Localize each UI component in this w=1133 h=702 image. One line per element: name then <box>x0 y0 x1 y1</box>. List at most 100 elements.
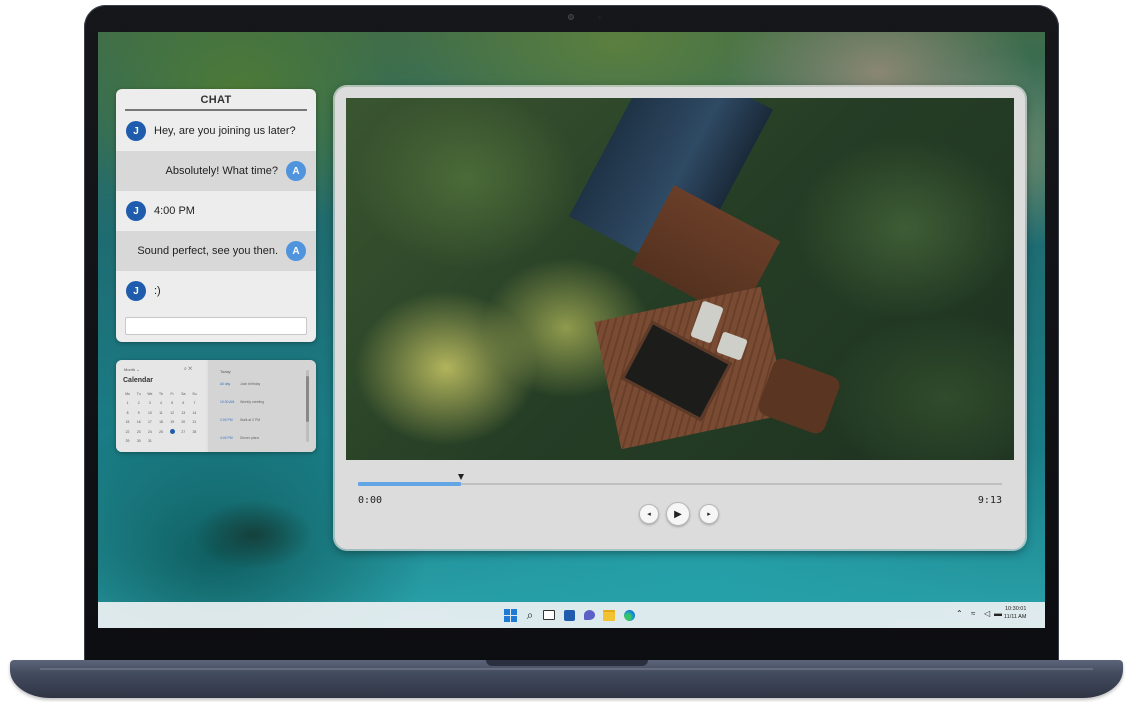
weekday-label: Fr <box>170 391 174 396</box>
search-button[interactable]: ⌕ <box>523 608 537 622</box>
play-button[interactable]: ▶ <box>666 502 690 526</box>
play-icon: ▶ <box>674 508 682 520</box>
calendar-day-today[interactable] <box>167 429 178 435</box>
calendar-day[interactable]: 29 <box>122 439 133 443</box>
clock-time: 10:30:01 <box>1005 606 1027 612</box>
calendar-day[interactable]: 7 <box>189 401 200 405</box>
calendar-day[interactable]: 13 <box>178 411 189 415</box>
calendar-day[interactable]: 21 <box>189 420 200 424</box>
avatar: A <box>286 241 306 261</box>
calendar-day[interactable]: 3 <box>144 401 155 405</box>
calendar-day[interactable]: 2 <box>133 401 144 405</box>
calendar-week-row: 29 30 31 <box>122 437 200 447</box>
event-time: 10:30 AM <box>220 400 235 404</box>
calendar-day[interactable]: 18 <box>155 420 166 424</box>
calendar-day[interactable]: 4 <box>155 401 166 405</box>
weekday-label: We <box>147 391 153 396</box>
start-button[interactable] <box>503 608 517 622</box>
calendar-view-select[interactable]: Month ⌄ <box>124 367 140 372</box>
event-item[interactable]: 10:30 AM Weekly meeting <box>220 400 310 404</box>
calendar-day[interactable]: 6 <box>178 401 189 405</box>
laptop-base-highlight <box>40 668 1093 670</box>
avatar: J <box>126 201 146 221</box>
skip-forward-icon: ▸ <box>707 511 711 518</box>
calendar-day[interactable]: 16 <box>133 420 144 424</box>
chat-button[interactable] <box>582 608 596 622</box>
system-clock[interactable]: 10:30:01 11/11 AM <box>1004 605 1026 621</box>
laptop-hinge-notch <box>486 660 648 666</box>
chat-message-text: 4:00 PM <box>154 205 195 217</box>
seek-handle[interactable] <box>458 474 465 480</box>
event-item[interactable]: 2:00 PM Walk at 2 PM <box>220 418 310 422</box>
skip-forward-button[interactable]: ▸ <box>699 504 719 524</box>
event-item[interactable]: All day Josh birthday <box>220 382 310 386</box>
desktop-screen: CHAT J Hey, are you joining us later? Ab… <box>98 32 1045 628</box>
chat-message-text: Absolutely! What time? <box>165 165 279 177</box>
calendar-toolbar: ⌕ ✕ <box>184 366 192 372</box>
calendar-day[interactable]: 15 <box>122 420 133 424</box>
event-title: Weekly meeting <box>240 400 265 404</box>
calendar-day[interactable]: 17 <box>144 420 155 424</box>
calendar-week-row: 15 16 17 18 19 20 21 <box>122 418 200 428</box>
calendar-day[interactable]: 14 <box>189 411 200 415</box>
wifi-icon[interactable]: ≈ <box>971 609 975 618</box>
calendar-day[interactable]: 10 <box>144 411 155 415</box>
widgets-button[interactable] <box>562 608 576 622</box>
task-view-button[interactable] <box>542 608 556 622</box>
search-icon[interactable]: ⌕ <box>184 366 187 372</box>
close-icon[interactable]: ✕ <box>188 366 192 372</box>
calendar-day[interactable]: 22 <box>122 430 133 434</box>
weekday-label: Tu <box>136 391 141 396</box>
file-explorer-button[interactable] <box>602 608 616 622</box>
event-time: 4:00 PM <box>220 436 233 440</box>
calendar-week-row: 22 23 24 25 27 28 <box>122 427 200 437</box>
calendar-day[interactable]: 5 <box>167 401 178 405</box>
skip-back-button[interactable]: ◂ <box>639 504 659 524</box>
chat-message-input[interactable] <box>125 317 307 335</box>
weekday-label: Mo <box>125 391 130 396</box>
weekday-label: Sa <box>181 391 186 396</box>
video-frame[interactable] <box>346 98 1014 460</box>
webcam-indicator <box>598 16 601 19</box>
calendar-day[interactable]: 8 <box>122 411 133 415</box>
events-scrollbar-thumb[interactable] <box>306 376 309 422</box>
duration: 9:13 <box>977 495 1002 506</box>
chat-title: CHAT <box>200 94 232 106</box>
calendar-week-row: 8 9 10 11 12 13 14 <box>122 408 200 418</box>
calendar-week-row: 1 2 3 4 5 6 7 <box>122 399 200 409</box>
calendar-month-panel: Month ⌄ ⌕ ✕ Calendar Mo Tu We Th Fr Sa S… <box>116 360 206 452</box>
edge-icon <box>623 609 635 621</box>
event-title: Walk at 2 PM <box>240 418 261 422</box>
calendar-title: Calendar <box>123 377 153 384</box>
chevron-up-icon[interactable]: ⌃ <box>956 609 963 618</box>
video-player-window: 0:00 9:13 ◂ ▶ ▸ <box>335 87 1025 549</box>
task-view-icon <box>543 610 555 620</box>
volume-icon[interactable]: ◁ <box>984 609 990 618</box>
calendar-day[interactable]: 27 <box>178 430 189 434</box>
calendar-day[interactable]: 11 <box>155 411 166 415</box>
calendar-day[interactable]: 1 <box>122 401 133 405</box>
calendar-day[interactable]: 20 <box>178 420 189 424</box>
edge-button[interactable] <box>622 608 636 622</box>
calendar-day[interactable]: 25 <box>155 430 166 434</box>
calendar-day[interactable]: 9 <box>133 411 144 415</box>
calendar-day[interactable]: 23 <box>133 430 144 434</box>
calendar-day[interactable]: 19 <box>167 420 178 424</box>
calendar-day[interactable]: 31 <box>144 439 155 443</box>
calendar-day[interactable]: 30 <box>133 439 144 443</box>
skip-back-icon: ◂ <box>647 511 651 518</box>
chat-message: J 4:00 PM <box>116 191 316 231</box>
events-header: Today <box>220 369 231 374</box>
start-icon <box>503 608 517 622</box>
chat-message: Absolutely! What time? A <box>116 151 316 191</box>
chat-message: Sound perfect, see you then. A <box>116 231 316 271</box>
clock-date: 11/11 AM <box>1004 614 1027 620</box>
event-item[interactable]: 4:00 PM Dinner plans <box>220 436 310 440</box>
calendar-day[interactable]: 12 <box>167 411 178 415</box>
calendar-day[interactable]: 28 <box>189 430 200 434</box>
calendar-day[interactable]: 24 <box>144 430 155 434</box>
battery-icon[interactable]: ▬ <box>994 609 1002 618</box>
chat-message: J Hey, are you joining us later? <box>116 111 316 151</box>
calendar-events-panel: Today All day Josh birthday 10:30 AM Weekl… <box>208 360 316 452</box>
webcam <box>568 14 574 20</box>
